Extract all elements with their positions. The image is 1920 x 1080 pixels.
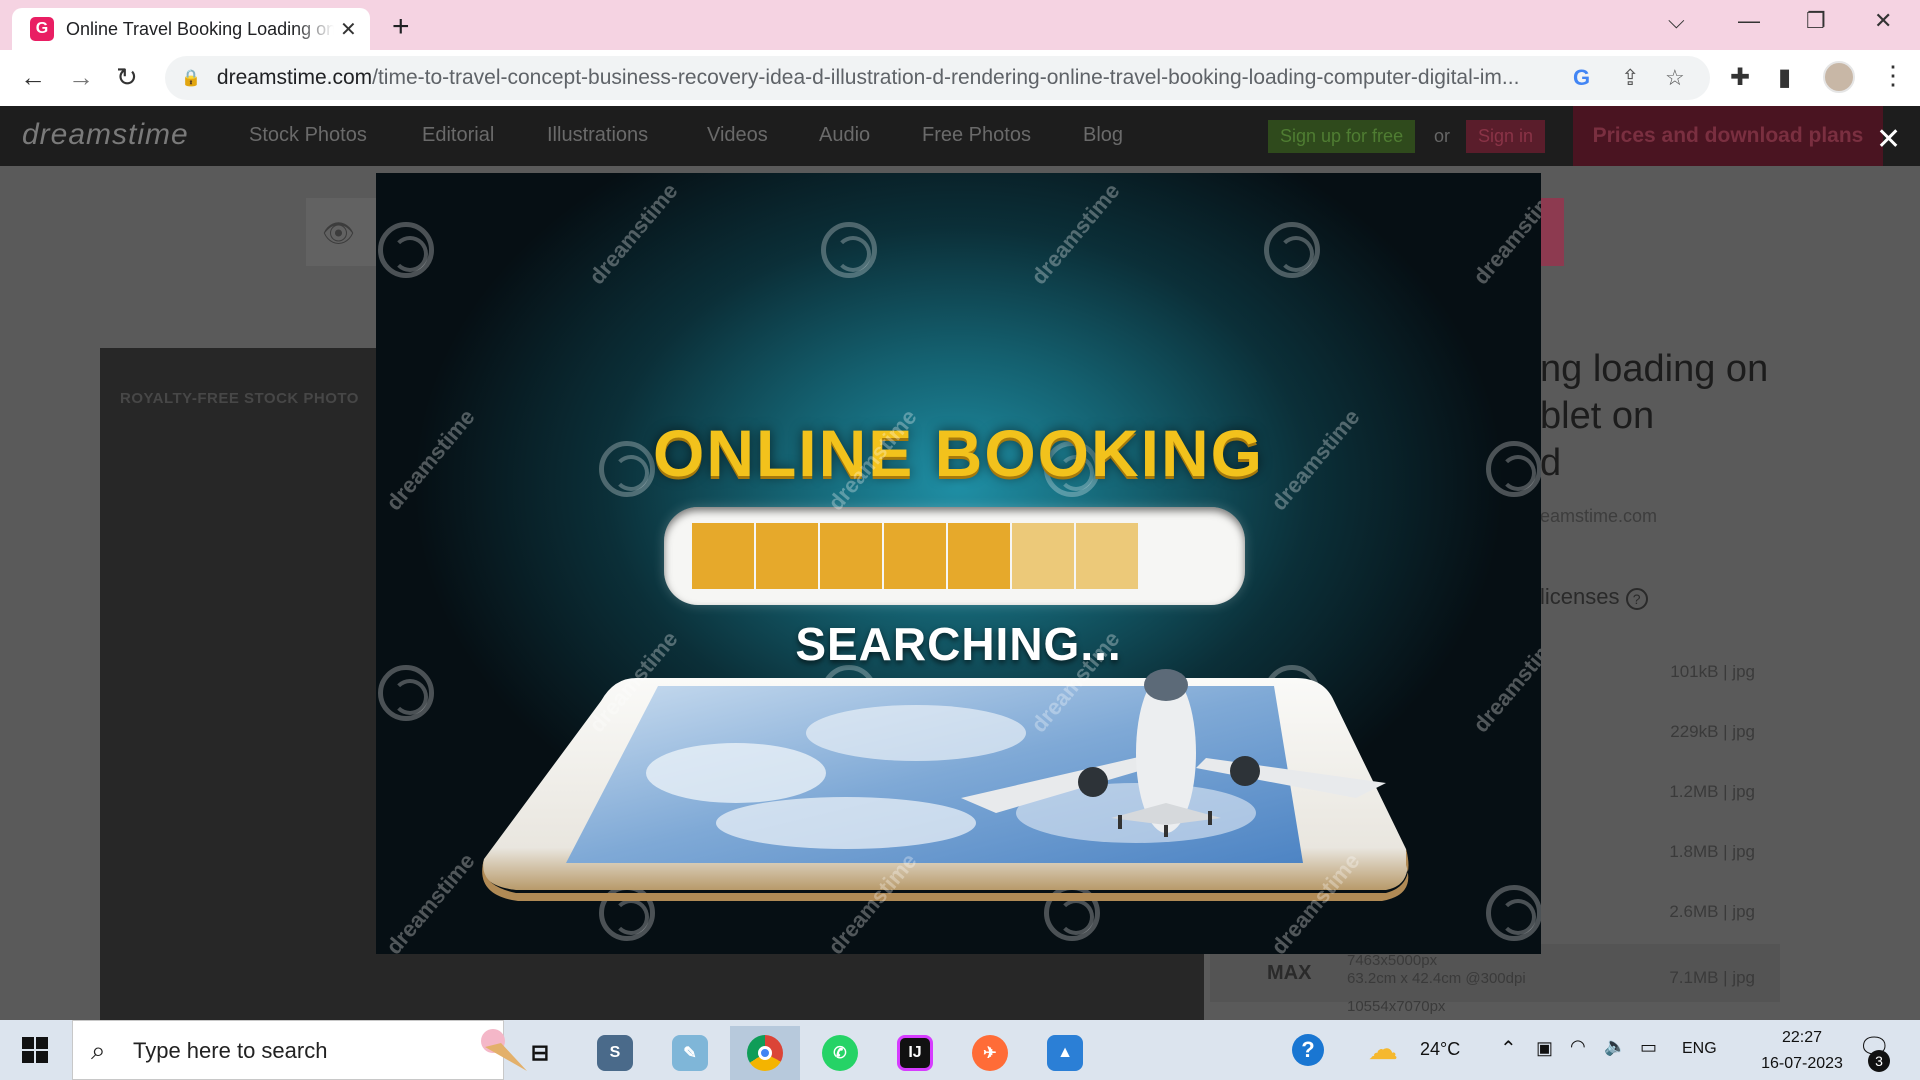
windows-taskbar: ⌕ Type here to search ⊟ S ✎ ✆ IJ ✈ ▲ ? ☁…	[0, 1020, 1920, 1080]
nav-videos[interactable]: Videos	[707, 124, 768, 147]
extensions-icon[interactable]: ✚	[1730, 63, 1750, 92]
plans-button[interactable]: Prices and download plans	[1573, 106, 1883, 166]
size-row-l[interactable]: 1.8MB | jpg	[1640, 842, 1755, 862]
eye-icon[interactable]: 👁	[322, 218, 355, 249]
size-row-m[interactable]: 1.2MB | jpg	[1640, 782, 1755, 802]
max-dimensions: 7463x5000px 63.2cm x 42.4cm @300dpi 10554x…	[1347, 952, 1526, 1015]
site-navbar: dreamstime Stock Photos Editorial Illust…	[0, 106, 1920, 166]
signin-button[interactable]: Sign in	[1466, 120, 1546, 153]
lock-icon[interactable]: 🔒	[181, 68, 201, 88]
help-tray-icon[interactable]: ?	[1292, 1034, 1324, 1066]
nav-editorial[interactable]: Editorial	[422, 124, 494, 147]
reload-icon[interactable]: ↻	[116, 62, 138, 93]
side-panel-icon[interactable]: ▮	[1778, 63, 1791, 92]
nav-illustrations[interactable]: Illustrations	[547, 124, 648, 147]
licenses-label: licenses ?	[1540, 584, 1648, 610]
url-text: dreamstime.com/time-to-travel-concept-bu…	[216, 66, 1520, 89]
royalty-free-label: ROYALTY-FREE STOCK PHOTO	[120, 390, 359, 407]
task-view-icon[interactable]: ⊟	[505, 1026, 575, 1080]
close-icon[interactable]: ✕	[1874, 8, 1892, 34]
browser-tab[interactable]: G Online Travel Booking Loading on Table…	[12, 8, 370, 50]
bookmark-star-icon[interactable]: ☆	[1665, 65, 1685, 91]
dreamstime-favicon-icon: G	[30, 17, 54, 41]
lightbox-image[interactable]: ONLINE BOOKING SEARCHING... dreamstime d…	[376, 173, 1541, 954]
taskbar-search-input[interactable]: ⌕ Type here to search	[72, 1020, 527, 1080]
tablet-airplane-illustration	[482, 669, 1409, 901]
menu-icon[interactable]: ⋮	[1880, 60, 1906, 91]
nav-stock-photos[interactable]: Stock Photos	[249, 124, 367, 147]
help-icon[interactable]: ?	[1625, 588, 1648, 610]
image-source: eamstime.com	[1540, 506, 1658, 526]
weather-temp[interactable]: 24°C	[1420, 1039, 1460, 1060]
clock-date: 16-07-2023	[1761, 1055, 1843, 1072]
search-placeholder: Type here to search	[133, 1038, 328, 1063]
postman-icon[interactable]: ✈	[955, 1026, 1025, 1080]
chrome-icon[interactable]	[730, 1026, 800, 1080]
intellij-icon[interactable]: IJ	[880, 1026, 950, 1080]
size-row-s[interactable]: 229kB | jpg	[1640, 722, 1755, 742]
address-bar[interactable]: 🔒 dreamstime.com/time-to-travel-concept-…	[165, 56, 1710, 100]
photos-icon[interactable]: ▲	[1030, 1026, 1100, 1080]
tab-close-icon[interactable]: ✕	[340, 17, 357, 42]
size-row-xl[interactable]: 2.6MB | jpg	[1640, 902, 1755, 922]
meet-now-icon[interactable]: ▣	[1536, 1038, 1553, 1059]
wifi-icon[interactable]: ◠	[1570, 1036, 1586, 1057]
new-tab-icon[interactable]: +	[392, 10, 410, 44]
maximize-icon[interactable]: ❐	[1806, 8, 1826, 34]
battery-icon[interactable]: ▭	[1640, 1037, 1657, 1058]
volume-icon[interactable]: 🔈	[1604, 1036, 1626, 1057]
lightbox-close-icon[interactable]: ✕	[1876, 122, 1901, 157]
tab-title: Online Travel Booking Loading on Tablet	[66, 18, 334, 39]
or-text: or	[1434, 126, 1451, 146]
search-icon: ⌕	[91, 1035, 106, 1065]
whatsapp-icon[interactable]: ✆	[805, 1026, 875, 1080]
nav-free-photos[interactable]: Free Photos	[922, 124, 1031, 147]
signup-button[interactable]: Sign up for free	[1268, 120, 1416, 153]
weather-icon[interactable]: ☁	[1368, 1032, 1398, 1067]
google-icon[interactable]: G	[1573, 65, 1590, 91]
forward-icon[interactable]: →	[68, 62, 94, 93]
profile-avatar[interactable]	[1823, 61, 1855, 93]
clock-time: 22:27	[1781, 1029, 1823, 1046]
tab-strip: G Online Travel Booking Loading on Table…	[0, 0, 1920, 50]
minimize-icon[interactable]: —	[1738, 8, 1760, 34]
chevron-up-icon[interactable]: ⌃	[1500, 1036, 1517, 1061]
size-row-xs[interactable]: 101kB | jpg	[1640, 662, 1755, 682]
nav-audio[interactable]: Audio	[819, 124, 870, 147]
notification-count-badge: 3	[1868, 1050, 1890, 1072]
browser-toolbar: ← → ↻ 🔒 dreamstime.com/time-to-travel-co…	[0, 50, 1920, 106]
share-icon[interactable]: ⇪	[1621, 65, 1639, 91]
max-size: 7.1MB | jpg	[1669, 968, 1755, 987]
language-indicator[interactable]: ENG	[1682, 1040, 1717, 1058]
max-label: MAX	[1267, 962, 1312, 984]
sublime-text-icon[interactable]: S	[580, 1026, 650, 1080]
notepad-icon[interactable]: ✎	[655, 1026, 725, 1080]
back-icon[interactable]: ←	[20, 62, 46, 93]
site-logo[interactable]: dreamstime	[22, 118, 189, 152]
windows-start-icon[interactable]	[22, 1037, 48, 1063]
tab-search-icon[interactable]: ⌵	[1668, 8, 1685, 34]
image-title-visible: ng loading on blet on d	[1540, 348, 1769, 484]
clock[interactable]: 22:27 16-07-2023	[1760, 1025, 1844, 1077]
nav-blog[interactable]: Blog	[1083, 124, 1123, 147]
